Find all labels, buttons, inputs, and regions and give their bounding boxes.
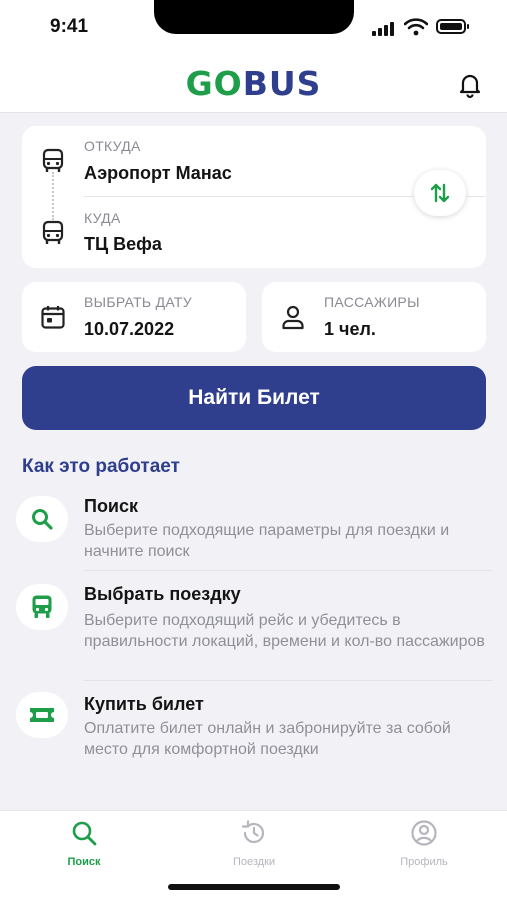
step-description: Выберите подходящий рейс и убедитесь в п… [84,612,485,650]
route-card: ОТКУДА Аэропорт Манас КУДА ТЦ Вефа [22,126,486,268]
tab-label: Поездки [232,856,276,868]
date-picker[interactable]: ВЫБРАТЬ ДАТУ 10.07.2022 [22,282,246,352]
passengers-picker[interactable]: ПАССАЖИРЫ 1 чел. [262,282,486,352]
status-bar: 9:41 [0,0,507,56]
tab-profile[interactable]: Профиль [364,819,484,868]
step-icon-badge [16,692,68,738]
person-icon [282,305,304,330]
step-separator [84,570,492,571]
from-field[interactable]: Аэропорт Манас [84,163,232,184]
battery-level [440,23,462,30]
wifi-icon [404,18,428,36]
search-icon [72,821,97,846]
tab-search[interactable]: Поиск [24,819,144,868]
tab-label: Профиль [400,856,448,868]
step-title: Поиск [84,496,139,516]
battery-icon [436,19,469,34]
gobus-logo: GOBUS [185,64,322,103]
cellular-signal-icon [372,20,398,36]
notification-bell-icon[interactable] [456,71,484,99]
ticket-icon [30,708,54,722]
swap-route-button[interactable] [414,170,466,216]
how-it-works-title: Как это работает [22,456,180,477]
calendar-icon [41,306,65,329]
step-separator [84,680,492,681]
tab-label: Поиск [67,856,101,868]
tab-trips[interactable]: Поездки [194,819,314,868]
step-icon-badge [16,496,68,542]
history-icon [241,820,265,844]
step-title: Купить билет [84,694,204,714]
passengers-label: ПАССАЖИРЫ [324,294,420,310]
status-time: 9:41 [50,16,89,37]
home-indicator [168,884,340,890]
find-ticket-button[interactable]: Найти Билет [22,366,486,430]
search-icon [32,509,53,530]
profile-icon [411,820,437,846]
app-header: GOBUS [0,56,507,113]
step-title: Выбрать поездку [84,584,241,604]
step-description: Выберите подходящие параметры для поездк… [84,522,450,560]
bus-icon [42,148,64,172]
device-notch [154,0,354,34]
bus-icon [32,595,52,618]
step-description: Оплатите билет онлайн и забронируйте за … [84,720,451,758]
to-label: КУДА [84,210,121,226]
to-field[interactable]: ТЦ Вефа [84,234,162,255]
swap-arrows-icon [430,183,450,203]
passengers-value: 1 чел. [324,319,376,339]
step-icon-badge [16,584,68,630]
from-label: ОТКУДА [84,138,141,154]
date-value: 10.07.2022 [84,319,175,339]
route-connector [52,172,54,220]
bus-icon [42,220,64,244]
date-label: ВЫБРАТЬ ДАТУ [84,294,192,310]
